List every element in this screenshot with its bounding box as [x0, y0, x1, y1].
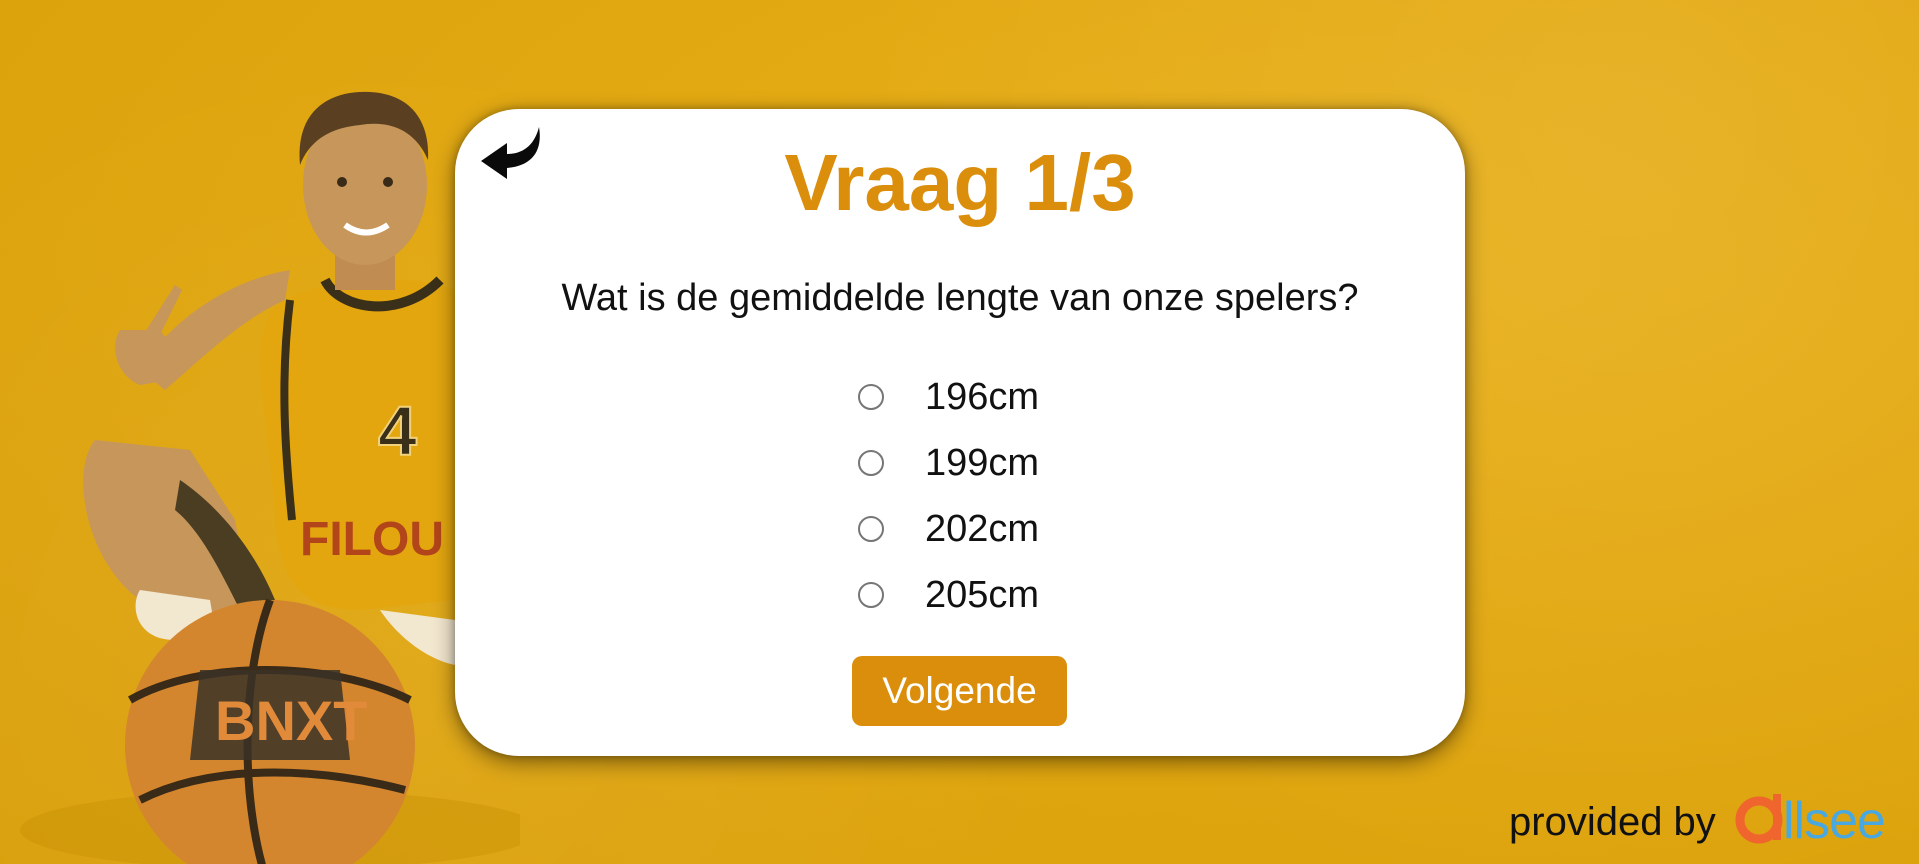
answer-option[interactable]: 196cm — [858, 364, 1039, 430]
answer-option[interactable]: 202cm — [858, 496, 1039, 562]
question-text: Wat is de gemiddelde lengte van onze spe… — [561, 277, 1359, 319]
answer-option-label[interactable]: 199cm — [925, 442, 1039, 485]
radio-button[interactable] — [858, 516, 884, 542]
svg-text:llsee: llsee — [1783, 792, 1885, 848]
answer-option[interactable]: 205cm — [858, 562, 1039, 628]
provided-by-text: provided by — [1509, 800, 1716, 844]
jersey-number: 4 — [378, 392, 417, 470]
jersey-sponsor: FILOU — [300, 513, 444, 566]
radio-button[interactable] — [858, 582, 884, 608]
radio-button[interactable] — [858, 450, 884, 476]
ball-text: BNXT — [215, 689, 367, 752]
answer-option-label[interactable]: 196cm — [925, 376, 1039, 419]
question-counter-title: Vraag 1/3 — [784, 138, 1136, 227]
answer-option-label[interactable]: 202cm — [925, 508, 1039, 551]
answer-options: 196cm 199cm 202cm 205cm — [858, 364, 1039, 628]
quiz-card: Vraag 1/3 Wat is de gemiddelde lengte va… — [455, 109, 1465, 756]
allsee-logo[interactable]: llsee — [1735, 788, 1910, 848]
answer-option[interactable]: 199cm — [858, 430, 1039, 496]
player-photo: 4 FILOU BNXT — [20, 91, 520, 864]
radio-button[interactable] — [858, 384, 884, 410]
next-button[interactable]: Volgende — [852, 656, 1067, 726]
answer-option-label[interactable]: 205cm — [925, 574, 1039, 617]
